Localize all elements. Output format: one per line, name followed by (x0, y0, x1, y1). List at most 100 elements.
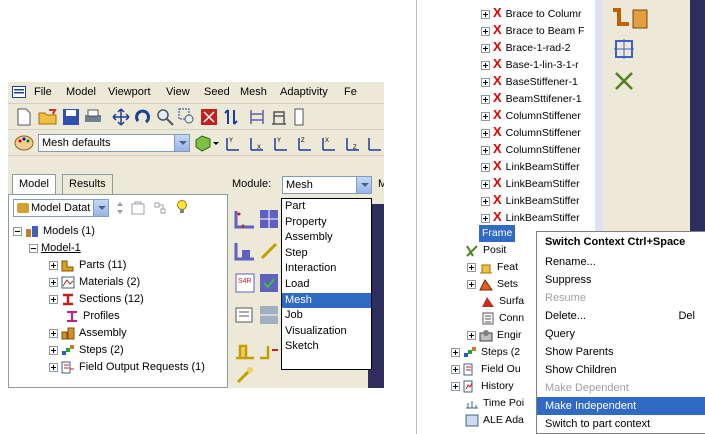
tree-row-field-output[interactable]: Field Ou (451, 361, 521, 378)
tree-row[interactable]: X ColumnStiffener (481, 106, 581, 123)
tree-node-materials[interactable]: Materials (2) (49, 274, 140, 291)
chevron-down-icon[interactable] (174, 135, 189, 151)
expand-icon[interactable] (467, 330, 476, 340)
zoom-icon[interactable] (156, 108, 174, 126)
expand-icon[interactable] (451, 364, 460, 374)
view-top-icon[interactable]: Z (296, 134, 314, 152)
tree-row-frame-selected[interactable]: Frame (479, 225, 516, 242)
collapse-icon[interactable] (13, 226, 22, 236)
menu-feature[interactable]: Fe (344, 86, 357, 98)
expand-icon[interactable] (451, 347, 460, 357)
chevron-down-icon[interactable] (356, 177, 371, 193)
expand-icon[interactable] (467, 262, 476, 272)
menu-seed[interactable]: Seed (204, 86, 230, 98)
seed-part-icon[interactable] (234, 208, 256, 233)
tree-row-time-points[interactable]: Time Poi (465, 395, 524, 412)
list-icon[interactable] (248, 108, 266, 126)
module-option-property[interactable]: Property (282, 215, 371, 231)
expand-icon[interactable] (481, 162, 490, 172)
module-option-visualization[interactable]: Visualization (282, 324, 371, 340)
expand-icon[interactable] (481, 43, 490, 53)
tree-node-models[interactable]: Models (1) (13, 223, 95, 240)
print-icon[interactable] (84, 108, 102, 126)
expand-icon[interactable] (481, 128, 490, 138)
tab-results[interactable]: Results (62, 174, 113, 194)
tree-node-field-output[interactable]: Field Output Requests (1) (49, 359, 205, 376)
expand-tree-icon[interactable] (153, 201, 167, 218)
repair-icon[interactable] (258, 340, 280, 365)
module-option-load[interactable]: Load (282, 277, 371, 293)
view-left-icon[interactable]: Z (344, 134, 362, 152)
menu-item-make-independent[interactable]: Make Independent (537, 397, 705, 415)
layers-icon[interactable] (270, 108, 288, 126)
tree-row-steps[interactable]: Steps (2 (451, 344, 520, 361)
constraint-tool-icon[interactable] (613, 70, 635, 95)
pan-icon[interactable] (112, 108, 130, 126)
tree-row[interactable]: X BeamSttifener-1 (481, 89, 582, 106)
menu-item-show-parents[interactable]: Show Parents (537, 343, 705, 361)
expand-icon[interactable] (481, 145, 490, 155)
menu-item-suppress[interactable]: Suppress (537, 271, 705, 289)
tree-row[interactable]: X Brace-1-rad-2 (481, 38, 570, 55)
expand-icon[interactable] (481, 26, 490, 36)
tree-row-surfaces[interactable]: Surfa (481, 293, 524, 310)
tree-scrollbar[interactable] (595, 0, 603, 232)
tree-node-profiles[interactable]: Profiles (65, 308, 120, 325)
assembly-tool-icon[interactable] (611, 6, 651, 35)
menu-item-show-children[interactable]: Show Children (537, 361, 705, 379)
view-bottom-icon[interactable]: X (320, 134, 338, 152)
tree-row-engineering[interactable]: Engir (467, 327, 522, 344)
expand-icon[interactable] (481, 179, 490, 189)
tree-node-model-1[interactable]: Model-1 (29, 240, 81, 257)
cycle-views-icon[interactable] (222, 108, 240, 126)
expand-icon[interactable] (481, 196, 490, 206)
module-option-part[interactable]: Part (282, 199, 371, 215)
expand-icon[interactable] (49, 328, 58, 338)
open-folder-icon[interactable] (38, 108, 57, 126)
menu-adaptivity[interactable]: Adaptivity (280, 86, 328, 98)
tree-row[interactable]: X LinkBeamStiffer (481, 208, 580, 225)
module-option-mesh[interactable]: Mesh (282, 292, 371, 309)
tree-row[interactable]: X Brace to Columr (481, 4, 582, 21)
menu-mesh[interactable]: Mesh (240, 86, 267, 98)
tab-model[interactable]: Model (12, 174, 56, 194)
menu-file[interactable]: File (34, 86, 52, 98)
tree-row-position[interactable]: Posit (465, 242, 506, 259)
rotate-icon[interactable] (134, 108, 152, 126)
virtual-topology-icon[interactable] (234, 340, 256, 365)
verify-mesh-icon[interactable] (258, 272, 280, 297)
box-zoom-icon[interactable] (178, 108, 196, 126)
tree-node-assembly[interactable]: Assembly (49, 325, 127, 342)
tree-row-features[interactable]: Feat (467, 259, 518, 276)
render-style-icon[interactable] (194, 134, 219, 152)
expand-icon[interactable] (481, 111, 490, 121)
view-iso-icon[interactable]: Y (224, 134, 242, 152)
menu-item-rename[interactable]: Rename... (537, 253, 705, 271)
expand-icon[interactable] (49, 362, 58, 372)
expand-icon[interactable] (467, 279, 476, 289)
tree-node-sections[interactable]: Sections (12) (49, 291, 144, 308)
expand-icon[interactable] (481, 77, 490, 87)
expand-icon[interactable] (481, 9, 490, 19)
expand-icon[interactable] (49, 260, 58, 270)
collapse-icon[interactable] (29, 243, 38, 253)
expand-icon[interactable] (481, 213, 490, 223)
tree-row[interactable]: X LinkBeamStiffer (481, 191, 580, 208)
assign-element-icon[interactable]: S4R (234, 272, 256, 297)
expand-icon[interactable] (49, 345, 58, 355)
tree-row[interactable]: X ColumnStiffener (481, 123, 581, 140)
mesh-region-icon[interactable] (258, 240, 280, 265)
translate-instance-icon[interactable] (613, 38, 635, 63)
menu-item-switch-to-part[interactable]: Switch to part context (537, 415, 705, 433)
tree-row[interactable]: X BaseStiffener-1 (481, 72, 578, 89)
app-menu-icon[interactable] (12, 86, 26, 101)
save-icon[interactable] (62, 108, 80, 126)
module-option-assembly[interactable]: Assembly (282, 230, 371, 246)
menu-item-delete[interactable]: Delete... Del (537, 307, 705, 325)
tree-row[interactable]: X Base-1-lin-3-1-r (481, 55, 579, 72)
mesh-defaults-combo[interactable]: Mesh defaults (38, 134, 190, 152)
expand-icon[interactable] (49, 294, 58, 304)
module-combo[interactable]: Mesh (282, 176, 372, 194)
palette-icon[interactable] (14, 134, 34, 152)
tree-row-connectors[interactable]: Conn (481, 310, 524, 327)
